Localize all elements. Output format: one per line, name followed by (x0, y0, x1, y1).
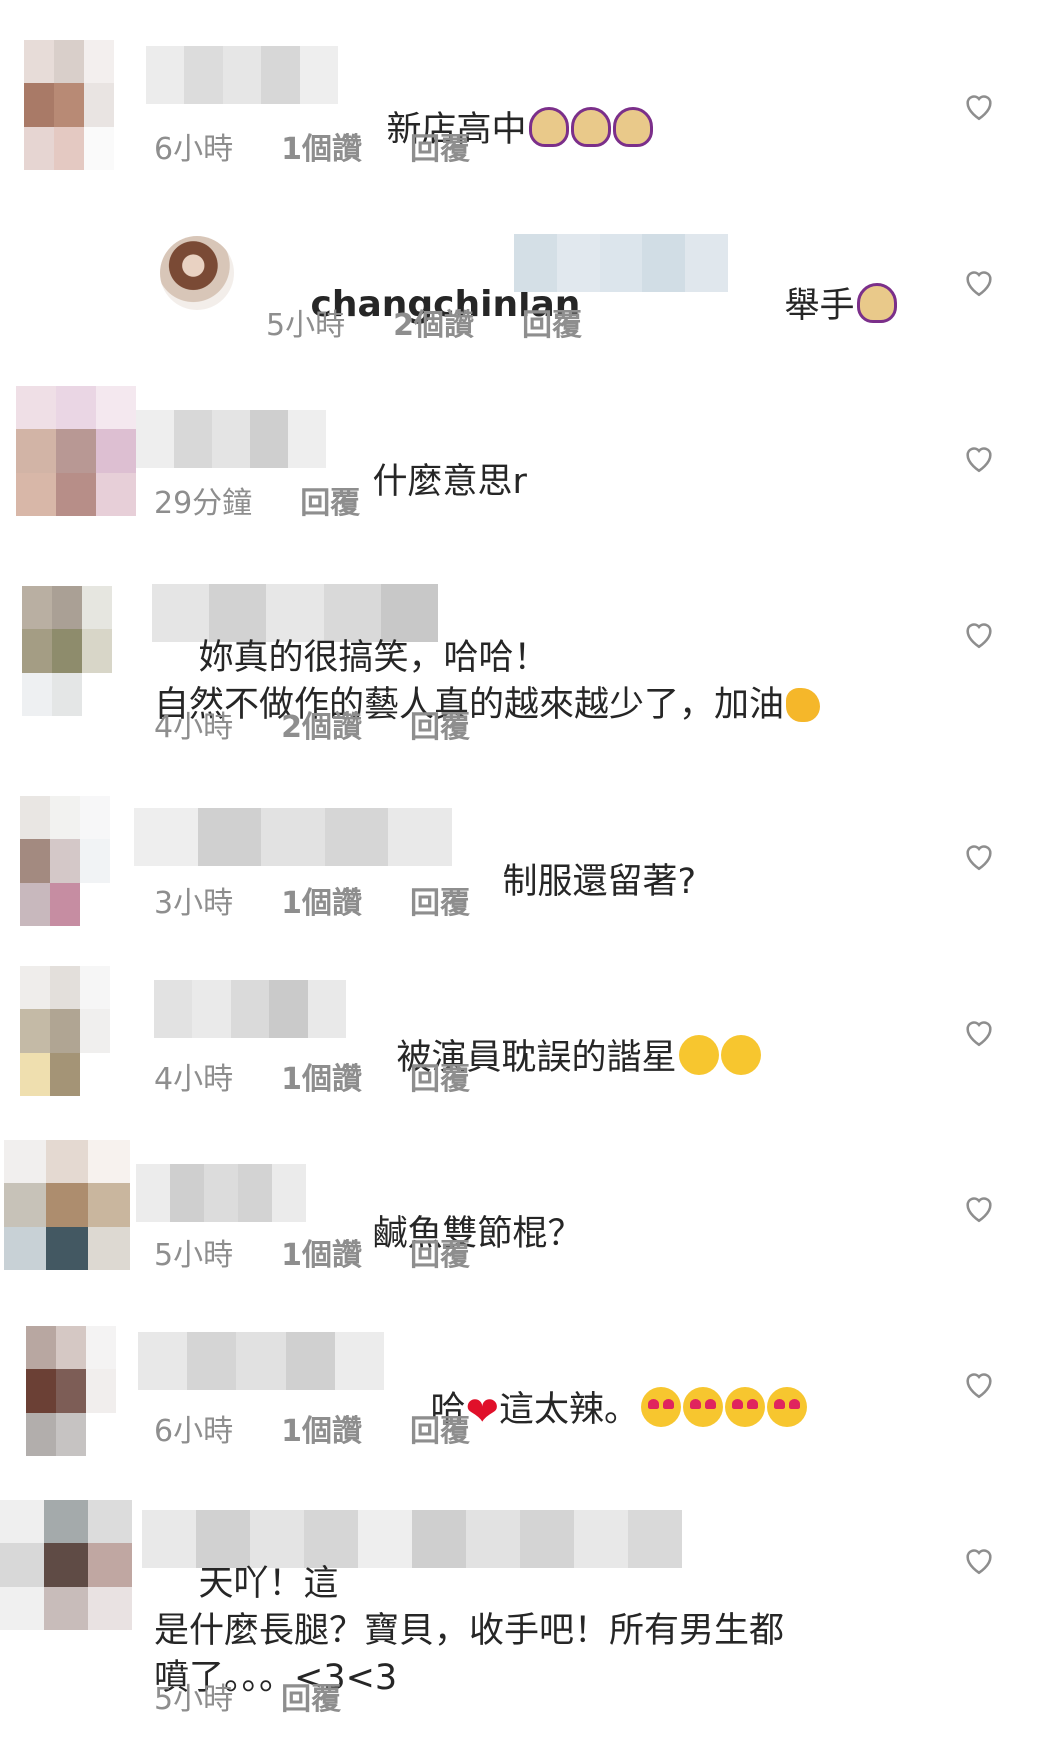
likes-count[interactable]: 2個讚 (393, 300, 474, 344)
likes-count[interactable]: 1個讚 (281, 878, 362, 922)
heart-outline-icon[interactable] (962, 1192, 996, 1224)
reply-button[interactable]: 回覆 (300, 478, 360, 522)
comment-meta: 6小時 1個讚 回覆 (154, 124, 470, 168)
comment-meta: 29分鐘 回覆 (154, 478, 360, 522)
timestamp: 5小時 (154, 1238, 234, 1273)
comment-meta: 4小時 2個讚 回覆 (154, 702, 470, 746)
reply-button[interactable]: 回覆 (410, 1406, 470, 1450)
timestamp: 6小時 (154, 1414, 234, 1449)
timestamp: 5小時 (154, 1682, 234, 1717)
avatar[interactable] (20, 966, 110, 1096)
hand-raise-icon (570, 107, 611, 147)
reply-button[interactable]: 回覆 (410, 878, 470, 922)
timestamp: 5小時 (266, 308, 346, 343)
laughing-icon (720, 1035, 761, 1075)
comment-text: 制服還留著? (458, 812, 697, 953)
comment-meta: 4小時 1個讚 回覆 (154, 1054, 470, 1098)
hand-raise-icon (612, 107, 653, 147)
comment-meta: 6小時 1個讚 回覆 (154, 1406, 470, 1450)
hand-raise-icon (856, 283, 897, 323)
heart-outline-icon[interactable] (962, 840, 996, 872)
reply-button[interactable]: 回覆 (410, 1230, 470, 1274)
blurred-username[interactable] (154, 980, 347, 1038)
blurred-username[interactable] (136, 1164, 306, 1222)
heart-eyes-icon (767, 1387, 808, 1427)
heart-outline-icon[interactable] (962, 618, 996, 650)
avatar[interactable] (0, 1500, 132, 1630)
comment-text-content: 舉手 (784, 286, 855, 326)
likes-count[interactable]: 1個讚 (281, 1406, 362, 1450)
comment-text: 妳真的很搞笑，哈哈！ 自然不做作的藝人真的越來越少了，加油 (154, 588, 1034, 776)
heart-outline-icon[interactable] (962, 1368, 996, 1400)
blurred-username[interactable] (134, 808, 452, 866)
likes-count[interactable]: 2個讚 (281, 702, 362, 746)
avatar[interactable] (20, 796, 110, 926)
avatar[interactable] (4, 1140, 130, 1270)
muscle-icon (786, 688, 821, 722)
avatar[interactable] (22, 586, 112, 716)
blurred-username[interactable] (136, 410, 326, 468)
comment-meta: 5小時 1個讚 回覆 (154, 1230, 470, 1274)
reply-button[interactable]: 回覆 (410, 702, 470, 746)
avatar[interactable] (26, 1326, 116, 1456)
blurred-username[interactable] (146, 46, 339, 104)
comment-meta: 5小時 2個讚 回覆 (266, 300, 582, 344)
timestamp: 3小時 (154, 886, 234, 921)
heart-outline-icon[interactable] (962, 90, 996, 122)
heart-outline-icon[interactable] (962, 1544, 996, 1576)
comment-meta: 3小時 1個讚 回覆 (154, 878, 470, 922)
comment-text: 舉手 (740, 236, 897, 377)
comment-text-content: 這太辣。 (499, 1390, 640, 1430)
heart-outline-icon[interactable] (962, 1016, 996, 1048)
heart-outline-icon[interactable] (962, 442, 996, 474)
comment-text-content: 制服還留著? (502, 862, 697, 902)
reply-button[interactable]: 回覆 (410, 1054, 470, 1098)
avatar[interactable] (24, 40, 114, 170)
laughing-icon (678, 1035, 719, 1075)
likes-count[interactable]: 1個讚 (281, 1230, 362, 1274)
reply-button[interactable]: 回覆 (410, 124, 470, 168)
avatar[interactable] (16, 386, 136, 516)
comment-text-content: 什麼意思r (372, 462, 527, 502)
heart-eyes-icon (641, 1387, 682, 1427)
heart-outline-icon[interactable] (962, 266, 996, 298)
timestamp: 6小時 (154, 132, 234, 167)
blurred-username[interactable] (138, 1332, 385, 1390)
timestamp: 4小時 (154, 710, 234, 745)
timestamp: 4小時 (154, 1062, 234, 1097)
avatar[interactable] (160, 236, 234, 310)
likes-count[interactable]: 1個讚 (281, 124, 362, 168)
hand-raise-icon (528, 107, 569, 147)
heart-eyes-icon (725, 1387, 766, 1427)
blurred-mention[interactable] (514, 234, 728, 292)
heart-eyes-icon (683, 1387, 724, 1427)
reply-button[interactable]: 回覆 (281, 1674, 341, 1718)
comment-meta: 5小時 回覆 (154, 1674, 341, 1718)
likes-count[interactable]: 1個讚 (281, 1054, 362, 1098)
red-heart-icon: ❤ (465, 1389, 500, 1435)
reply-button[interactable]: 回覆 (522, 300, 582, 344)
timestamp: 29分鐘 (154, 486, 253, 521)
